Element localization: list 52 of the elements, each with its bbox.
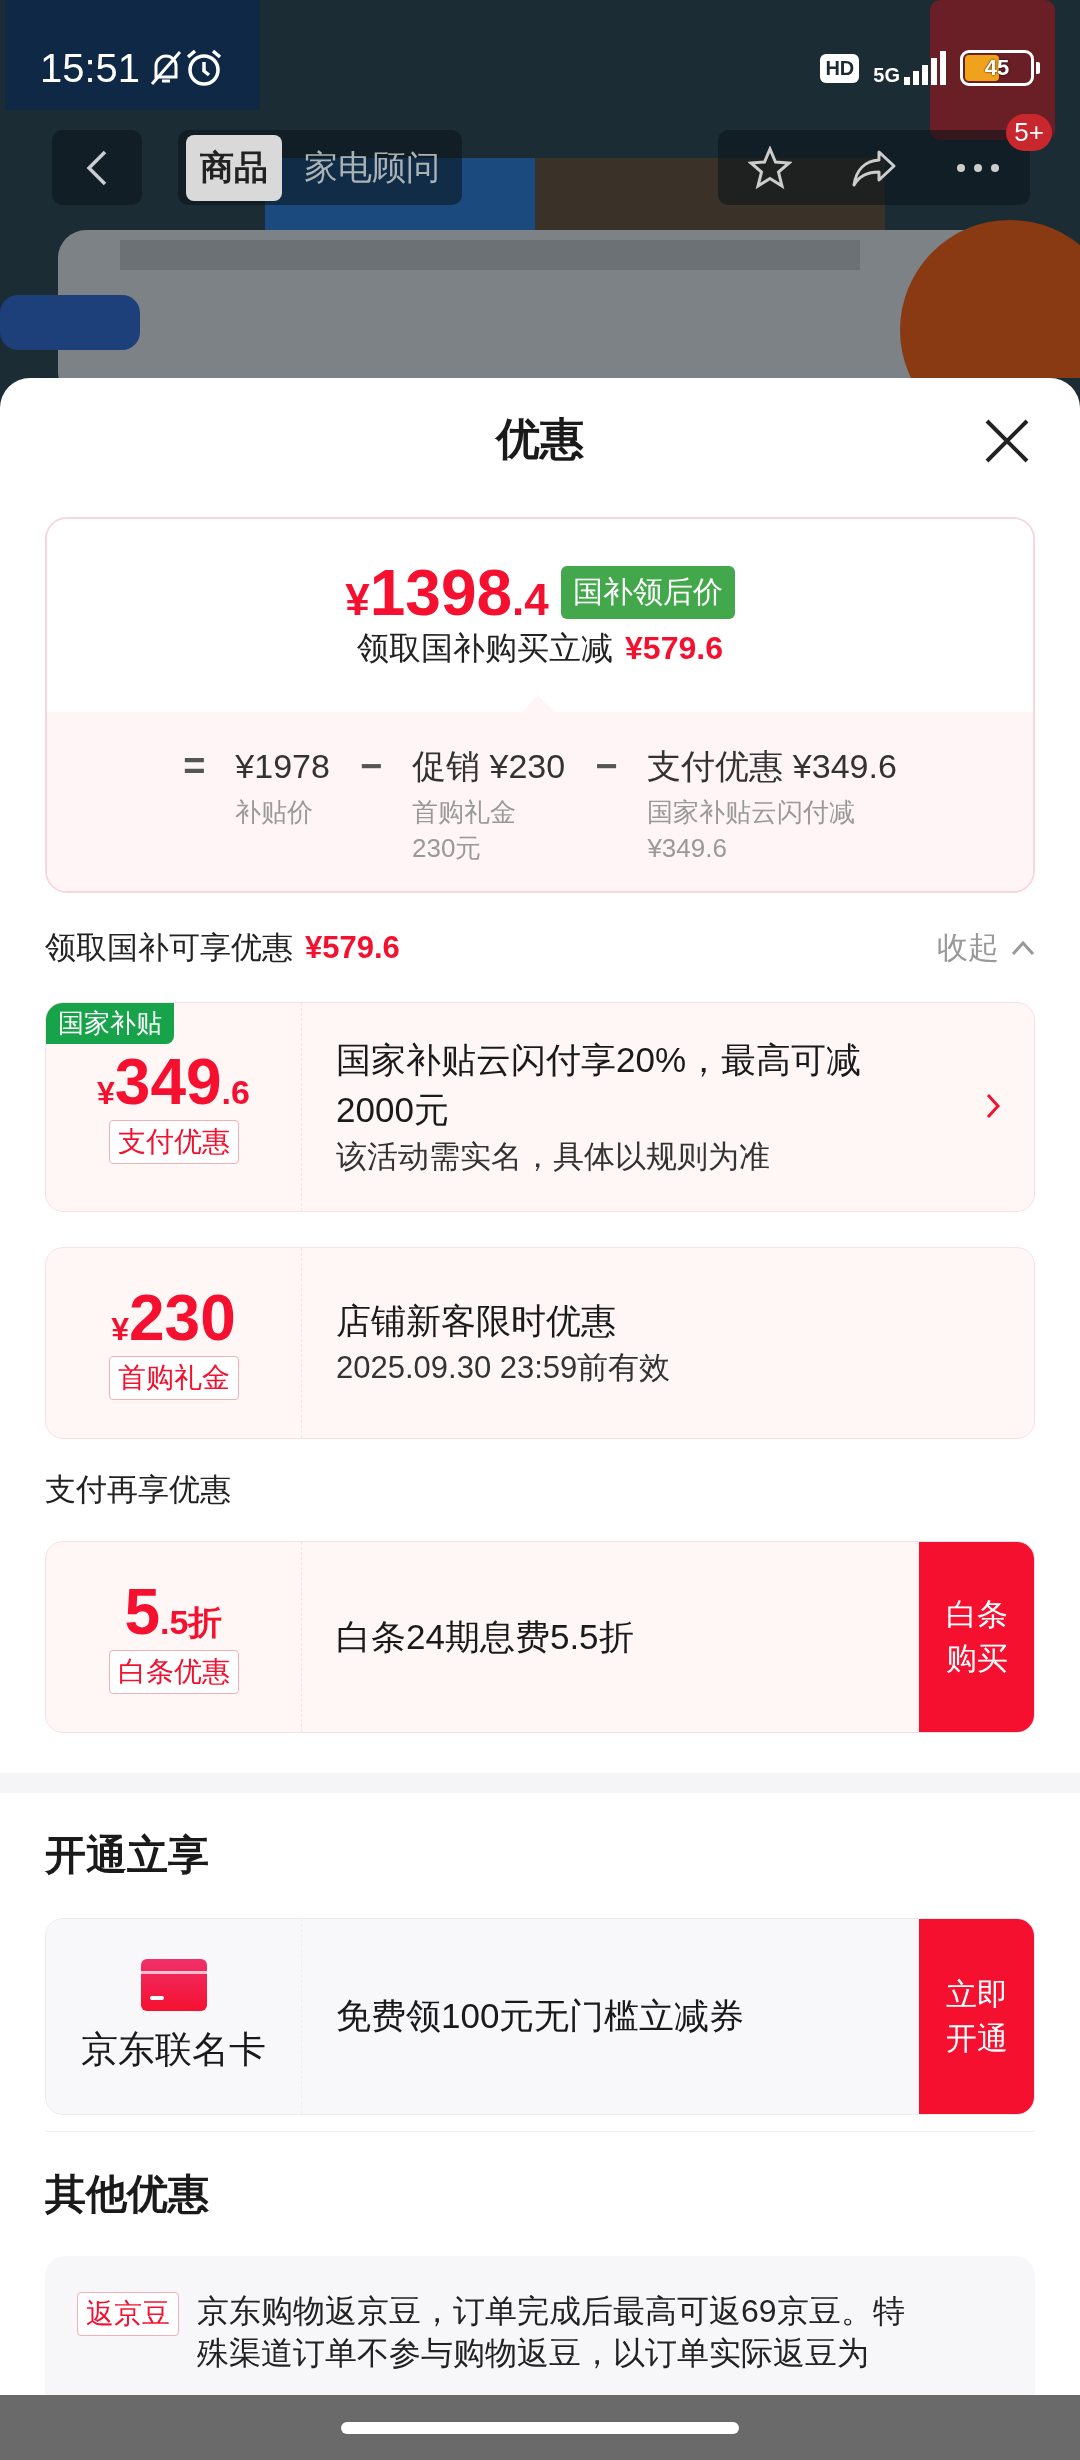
section-title: 开通立享 — [45, 1831, 209, 1880]
summary-label: 领取国补可享优惠 — [45, 928, 293, 967]
price-tag: 国补领后价 — [560, 566, 735, 619]
more-icon — [956, 162, 1000, 173]
network-label: 5G — [873, 65, 900, 85]
breakdown-value: 支付优惠 ¥349.6 — [647, 746, 897, 787]
breakdown-label: 首购礼金 — [412, 796, 518, 829]
coupon-description: 2025.09.30 23:59前有效 — [336, 1349, 672, 1387]
breakdown-value: 促销 ¥230 — [412, 746, 566, 787]
bean-tag: 返京豆 — [77, 2292, 179, 2336]
breakdown-note: 230元 — [412, 832, 483, 865]
breakdown-label: 补贴价 — [235, 796, 315, 829]
nav-tab[interactable]: 商品 — [186, 134, 282, 201]
summary-amount: ¥579.6 — [305, 929, 400, 966]
coupon-title: 店铺新客限时优惠 — [336, 1300, 617, 1342]
coupon-amount: ¥230 — [111, 1286, 236, 1350]
coupon-type-tag: 白条优惠 — [108, 1650, 239, 1694]
activate-button[interactable]: 立即开通 — [919, 1919, 1034, 2114]
operator-sign: = — [183, 744, 206, 789]
section-title: 支付再享优惠 — [45, 1471, 231, 1509]
coupon-title: 国家补贴云闪付享20%，最高可减2000元 — [336, 1039, 863, 1131]
back-button[interactable] — [52, 130, 142, 205]
nav-tab[interactable]: 家电顾问 — [290, 134, 454, 201]
promo-title: 免费领100元无门槛立减券 — [335, 1995, 746, 2037]
signal-icon — [902, 51, 946, 85]
info-text: 京东购物返京豆，订单完成后最高可返69京豆。特殊渠道订单不参与购物返豆，以订单实际返豆为 — [197, 2292, 906, 2373]
collapse-toggle[interactable]: 收起 — [937, 926, 1035, 969]
breakdown-value: ¥1978 — [235, 746, 330, 787]
operator-sign: − — [359, 744, 383, 789]
buy-button[interactable]: 白条购买 — [919, 1542, 1034, 1732]
coupon-title: 白条24期息费5.5折 — [336, 1616, 635, 1658]
star-icon — [748, 145, 792, 190]
discount-label: 领取国补购买立减 — [357, 629, 614, 666]
subsidy-ribbon: 国家补贴 — [46, 1003, 174, 1044]
coupon-type-tag: 支付优惠 — [108, 1120, 239, 1164]
sheet-title: 优惠 — [496, 412, 584, 465]
coupon-type-tag: 首购礼金 — [108, 1356, 239, 1400]
operator-sign: − — [595, 744, 618, 789]
final-price: ¥1398.4 — [345, 560, 549, 625]
card-icon — [140, 1958, 207, 2011]
coupon-amount: 5.5折 — [124, 1580, 223, 1644]
breakdown-label: 国家补贴云闪付减 — [647, 796, 857, 829]
chevron-right-icon — [986, 1092, 1000, 1119]
card-name: 京东联名卡 — [81, 2027, 266, 2072]
section-title: 其他优惠 — [45, 2169, 209, 2219]
breakdown-note: ¥349.6 — [647, 832, 728, 865]
discount-amount: ¥579.6 — [625, 629, 723, 666]
status-time: 15:51 — [40, 45, 141, 91]
hd-indicator: HD — [820, 53, 860, 83]
home-indicator[interactable] — [341, 2421, 739, 2434]
coupon-description: 该活动需实名，具体以规则为准 — [336, 1138, 771, 1176]
coupon-amount: ¥349.6 — [97, 1050, 250, 1114]
